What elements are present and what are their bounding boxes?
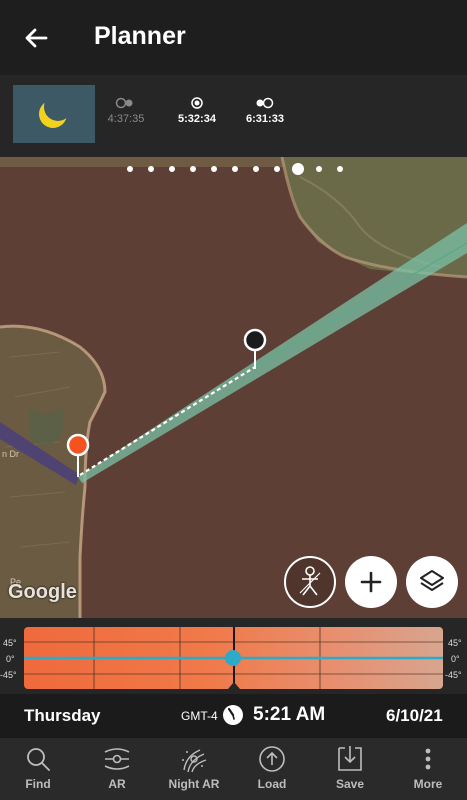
page-title: Planner xyxy=(94,22,186,50)
moonset-time: 6:31:33 xyxy=(246,113,284,125)
ar-icon xyxy=(104,748,130,770)
nav-more-label: More xyxy=(413,777,443,791)
bottom-navigation: Find AR Night AR Load Save More xyxy=(0,738,467,800)
page-dot[interactable] xyxy=(211,166,217,172)
nav-find[interactable]: Find xyxy=(3,744,73,791)
page-dot[interactable] xyxy=(232,166,238,172)
map-canvas: n Dr Pe xyxy=(0,157,467,618)
google-attribution: Google xyxy=(8,581,77,603)
page-dot[interactable] xyxy=(274,166,280,172)
crescent-moon-icon xyxy=(39,93,72,128)
nav-night-ar-label: Night AR xyxy=(168,777,220,791)
back-arrow-icon[interactable] xyxy=(22,24,50,52)
nav-load[interactable]: Load xyxy=(237,744,307,791)
page-dot[interactable] xyxy=(253,166,259,172)
upload-icon xyxy=(259,746,285,772)
person-pin-button[interactable] xyxy=(284,556,336,608)
page-dot[interactable] xyxy=(148,166,154,172)
page-dot[interactable] xyxy=(127,166,133,172)
page-dot[interactable] xyxy=(337,166,343,172)
add-button[interactable] xyxy=(345,556,397,608)
more-vertical-icon xyxy=(425,748,431,770)
moonset-icon xyxy=(256,97,274,109)
camera-location-pin[interactable] xyxy=(66,433,90,457)
nav-ar[interactable]: AR xyxy=(82,744,152,791)
right-0-label: 0° xyxy=(451,654,460,664)
observer-target-pin[interactable] xyxy=(243,328,267,352)
time-label[interactable]: 5:21 AM xyxy=(253,704,325,726)
nav-save-label: Save xyxy=(335,777,365,791)
page-dot-active[interactable] xyxy=(292,163,304,175)
right-minus45-label: -45° xyxy=(445,670,462,680)
moon-position-marker[interactable] xyxy=(225,650,241,666)
timeline[interactable]: 45° 0° -45° 45° 0° -45° xyxy=(0,618,467,694)
elevation-track[interactable] xyxy=(24,627,443,689)
moonrise-event[interactable]: 4:37:35 xyxy=(86,97,166,125)
page-dot[interactable] xyxy=(190,166,196,172)
page-dot[interactable] xyxy=(169,166,175,172)
right-45-label: 45° xyxy=(448,638,462,648)
event-bar: 4:37:35 5:32:34 6:31:33 xyxy=(0,75,467,157)
page-indicator xyxy=(0,163,467,175)
app-bar: Planner xyxy=(0,0,467,75)
moon-phase-thumbnail[interactable] xyxy=(13,85,95,143)
weekday-label: Thursday xyxy=(24,706,101,725)
layers-icon xyxy=(420,570,444,591)
clock-icon[interactable] xyxy=(222,704,244,726)
layers-button[interactable] xyxy=(406,556,458,608)
transit-icon xyxy=(191,97,203,109)
person-icon xyxy=(299,566,321,596)
satellite-map[interactable]: n Dr Pe Google xyxy=(0,157,467,618)
nav-more[interactable]: More xyxy=(393,744,463,791)
left-45-label: 45° xyxy=(3,638,17,648)
svg-text:n Dr: n Dr xyxy=(2,449,19,459)
save-icon xyxy=(338,746,362,771)
nav-ar-label: AR xyxy=(108,777,126,791)
date-label[interactable]: 6/10/21 xyxy=(386,706,443,726)
left-0-label: 0° xyxy=(6,654,15,664)
nav-save[interactable]: Save xyxy=(315,744,385,791)
timezone-label: GMT-4 xyxy=(181,709,218,723)
moonrise-icon xyxy=(115,97,133,109)
nav-find-label: Find xyxy=(25,777,51,791)
moonset-event[interactable]: 6:31:33 xyxy=(225,97,305,125)
left-minus45-label: -45° xyxy=(0,670,17,680)
nav-load-label: Load xyxy=(257,777,287,791)
search-icon xyxy=(27,748,50,771)
plus-icon xyxy=(360,571,382,593)
page-dot[interactable] xyxy=(316,166,322,172)
nav-night-ar[interactable]: Night AR xyxy=(159,744,229,791)
date-time-bar: Thursday GMT-4 5:21 AM 6/10/21 xyxy=(0,694,467,738)
moonrise-time: 4:37:35 xyxy=(107,113,145,125)
night-ar-icon xyxy=(182,749,207,773)
